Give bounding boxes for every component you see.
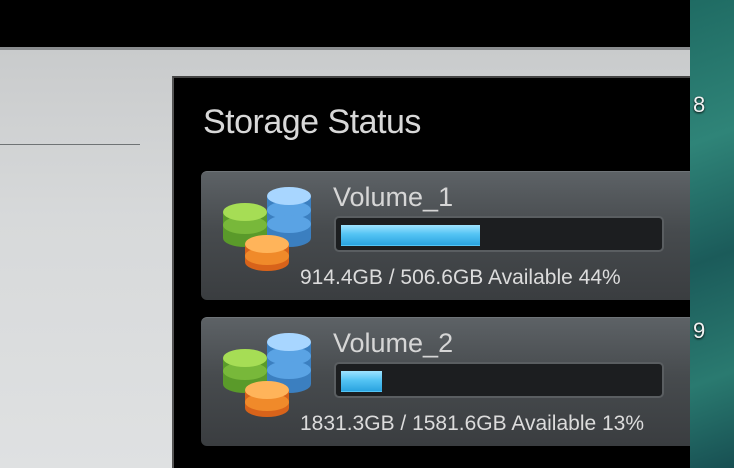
volume-usage-bar-fill bbox=[341, 225, 480, 246]
desktop-number-label: 9 bbox=[693, 318, 706, 343]
left-panel-divider bbox=[0, 144, 140, 145]
database-stack-icon bbox=[223, 187, 311, 271]
desktop-number-label: 8 bbox=[693, 92, 706, 117]
desktop-background bbox=[690, 0, 734, 468]
volume-usage-bar-fill bbox=[341, 371, 382, 392]
volume-card[interactable]: Volume_2 1831.3GB / 1581.6GB Available 1… bbox=[201, 317, 690, 446]
top-bar bbox=[0, 0, 690, 47]
panel-title: Storage Status bbox=[203, 103, 421, 141]
volume-usage-bar bbox=[334, 362, 664, 398]
volume-name: Volume_2 bbox=[333, 328, 454, 358]
volume-usage-bar bbox=[334, 216, 664, 252]
database-stack-icon bbox=[223, 333, 311, 417]
volume-card[interactable]: Volume_1 914.4GB / 506.6GB Available 44% bbox=[201, 171, 690, 300]
volume-usage-text: 1831.3GB / 1581.6GB Available 13% bbox=[300, 412, 645, 435]
volume-name: Volume_1 bbox=[333, 182, 454, 212]
volume-usage-text: 914.4GB / 506.6GB Available 44% bbox=[300, 266, 621, 289]
